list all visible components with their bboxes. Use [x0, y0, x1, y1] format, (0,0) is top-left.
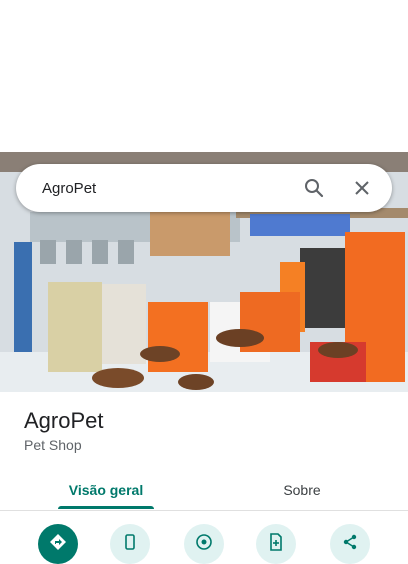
tab-about[interactable]: Sobre: [234, 470, 370, 510]
website-icon: [195, 533, 213, 556]
search-bar[interactable]: [16, 164, 392, 212]
search-icon[interactable]: [302, 176, 326, 200]
save-button[interactable]: [256, 524, 296, 564]
tab-overview[interactable]: Visão geral: [38, 470, 174, 510]
action-buttons-row: [0, 518, 408, 564]
directions-button[interactable]: [38, 524, 78, 564]
call-button[interactable]: [110, 524, 150, 564]
place-tabs: Visão geral Sobre: [0, 470, 408, 511]
close-icon[interactable]: [350, 176, 374, 200]
search-input[interactable]: [40, 178, 294, 198]
place-title: AgroPet: [24, 408, 104, 433]
share-icon: [341, 533, 359, 556]
selected-tab-indicator: [58, 506, 154, 509]
save-icon: [268, 532, 284, 556]
share-button[interactable]: [330, 524, 370, 564]
top-blank-area: [0, 0, 408, 152]
phone-icon: [122, 533, 138, 555]
website-button[interactable]: [184, 524, 224, 564]
place-category[interactable]: Pet Shop: [24, 437, 82, 453]
directions-icon: [49, 533, 67, 556]
